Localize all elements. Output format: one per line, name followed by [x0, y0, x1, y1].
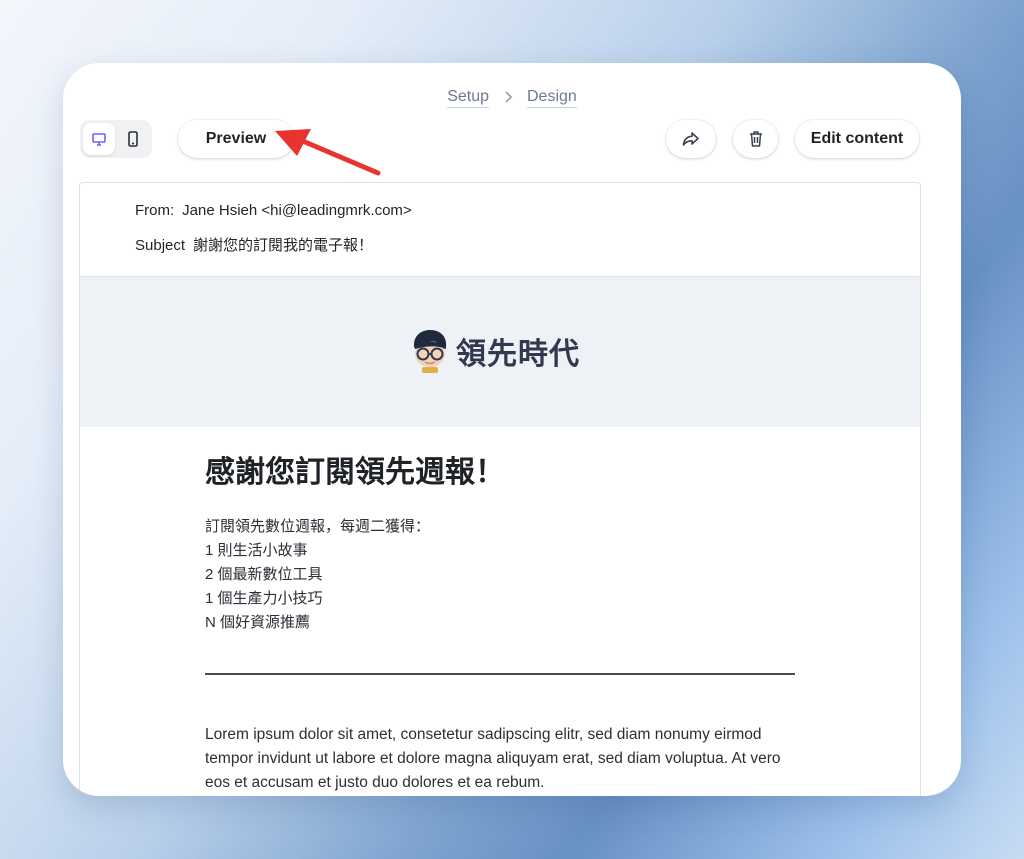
mobile-icon — [128, 131, 138, 147]
avatar-logo-icon — [413, 330, 447, 373]
from-value: Jane Hsieh <hi@leadingmrk.com> — [182, 202, 412, 219]
share-button[interactable] — [666, 120, 716, 158]
intro-list: 訂閱領先數位週報，每週二獲得： 1 則生活小故事 2 個最新數位工具 1 個生產… — [205, 515, 920, 635]
breadcrumb-setup[interactable]: Setup — [447, 88, 489, 108]
email-from: From: Jane Hsieh <hi@leadingmrk.com> — [135, 202, 412, 219]
delete-button[interactable] — [733, 120, 778, 158]
logo: 領先時代 — [408, 327, 580, 375]
from-label: From: — [135, 202, 175, 219]
intro-line: 1 則生活小故事 — [205, 542, 308, 559]
email-header: From: Jane Hsieh <hi@leadingmrk.com> Subj… — [80, 183, 920, 277]
intro-line: 1 個生產力小技巧 — [205, 590, 323, 607]
email-headline: 感謝您訂閱領先週報！ — [205, 455, 505, 490]
intro-line: N 個好資源推薦 — [205, 614, 311, 631]
subject-label: Subject — [135, 237, 186, 254]
intro-line: 訂閱領先數位週報，每週二獲得： — [205, 518, 431, 535]
email-preview: From: Jane Hsieh <hi@leadingmrk.com> Subj… — [79, 182, 921, 796]
editor-card: Setup Design Preview Edit content From: … — [63, 63, 961, 796]
desktop-icon — [92, 133, 106, 146]
divider — [205, 673, 795, 675]
mobile-view-button[interactable] — [117, 123, 149, 155]
email-subject: Subject 謝謝您的訂閱我的電子報！ — [135, 234, 373, 255]
email-body: 感謝您訂閱領先週報！ 訂閱領先數位週報，每週二獲得： 1 則生活小故事 2 個最… — [80, 427, 920, 795]
breadcrumb: Setup Design — [63, 88, 961, 108]
intro-line: 2 個最新數位工具 — [205, 566, 323, 583]
desktop-view-button[interactable] — [83, 123, 115, 155]
email-banner: 領先時代 — [80, 277, 920, 427]
body-paragraph: Lorem ipsum dolor sit amet, consetetur s… — [205, 726, 781, 791]
share-icon — [682, 132, 699, 146]
breadcrumb-design[interactable]: Design — [527, 88, 577, 108]
device-toggle — [80, 120, 152, 158]
logo-text: 領先時代 — [456, 337, 580, 372]
subject-value: 謝謝您的訂閱我的電子報！ — [193, 237, 374, 254]
edit-content-button[interactable]: Edit content — [795, 120, 919, 158]
annotation-arrow-icon — [275, 129, 381, 176]
chevron-right-icon — [503, 90, 513, 106]
trash-icon — [749, 131, 762, 147]
